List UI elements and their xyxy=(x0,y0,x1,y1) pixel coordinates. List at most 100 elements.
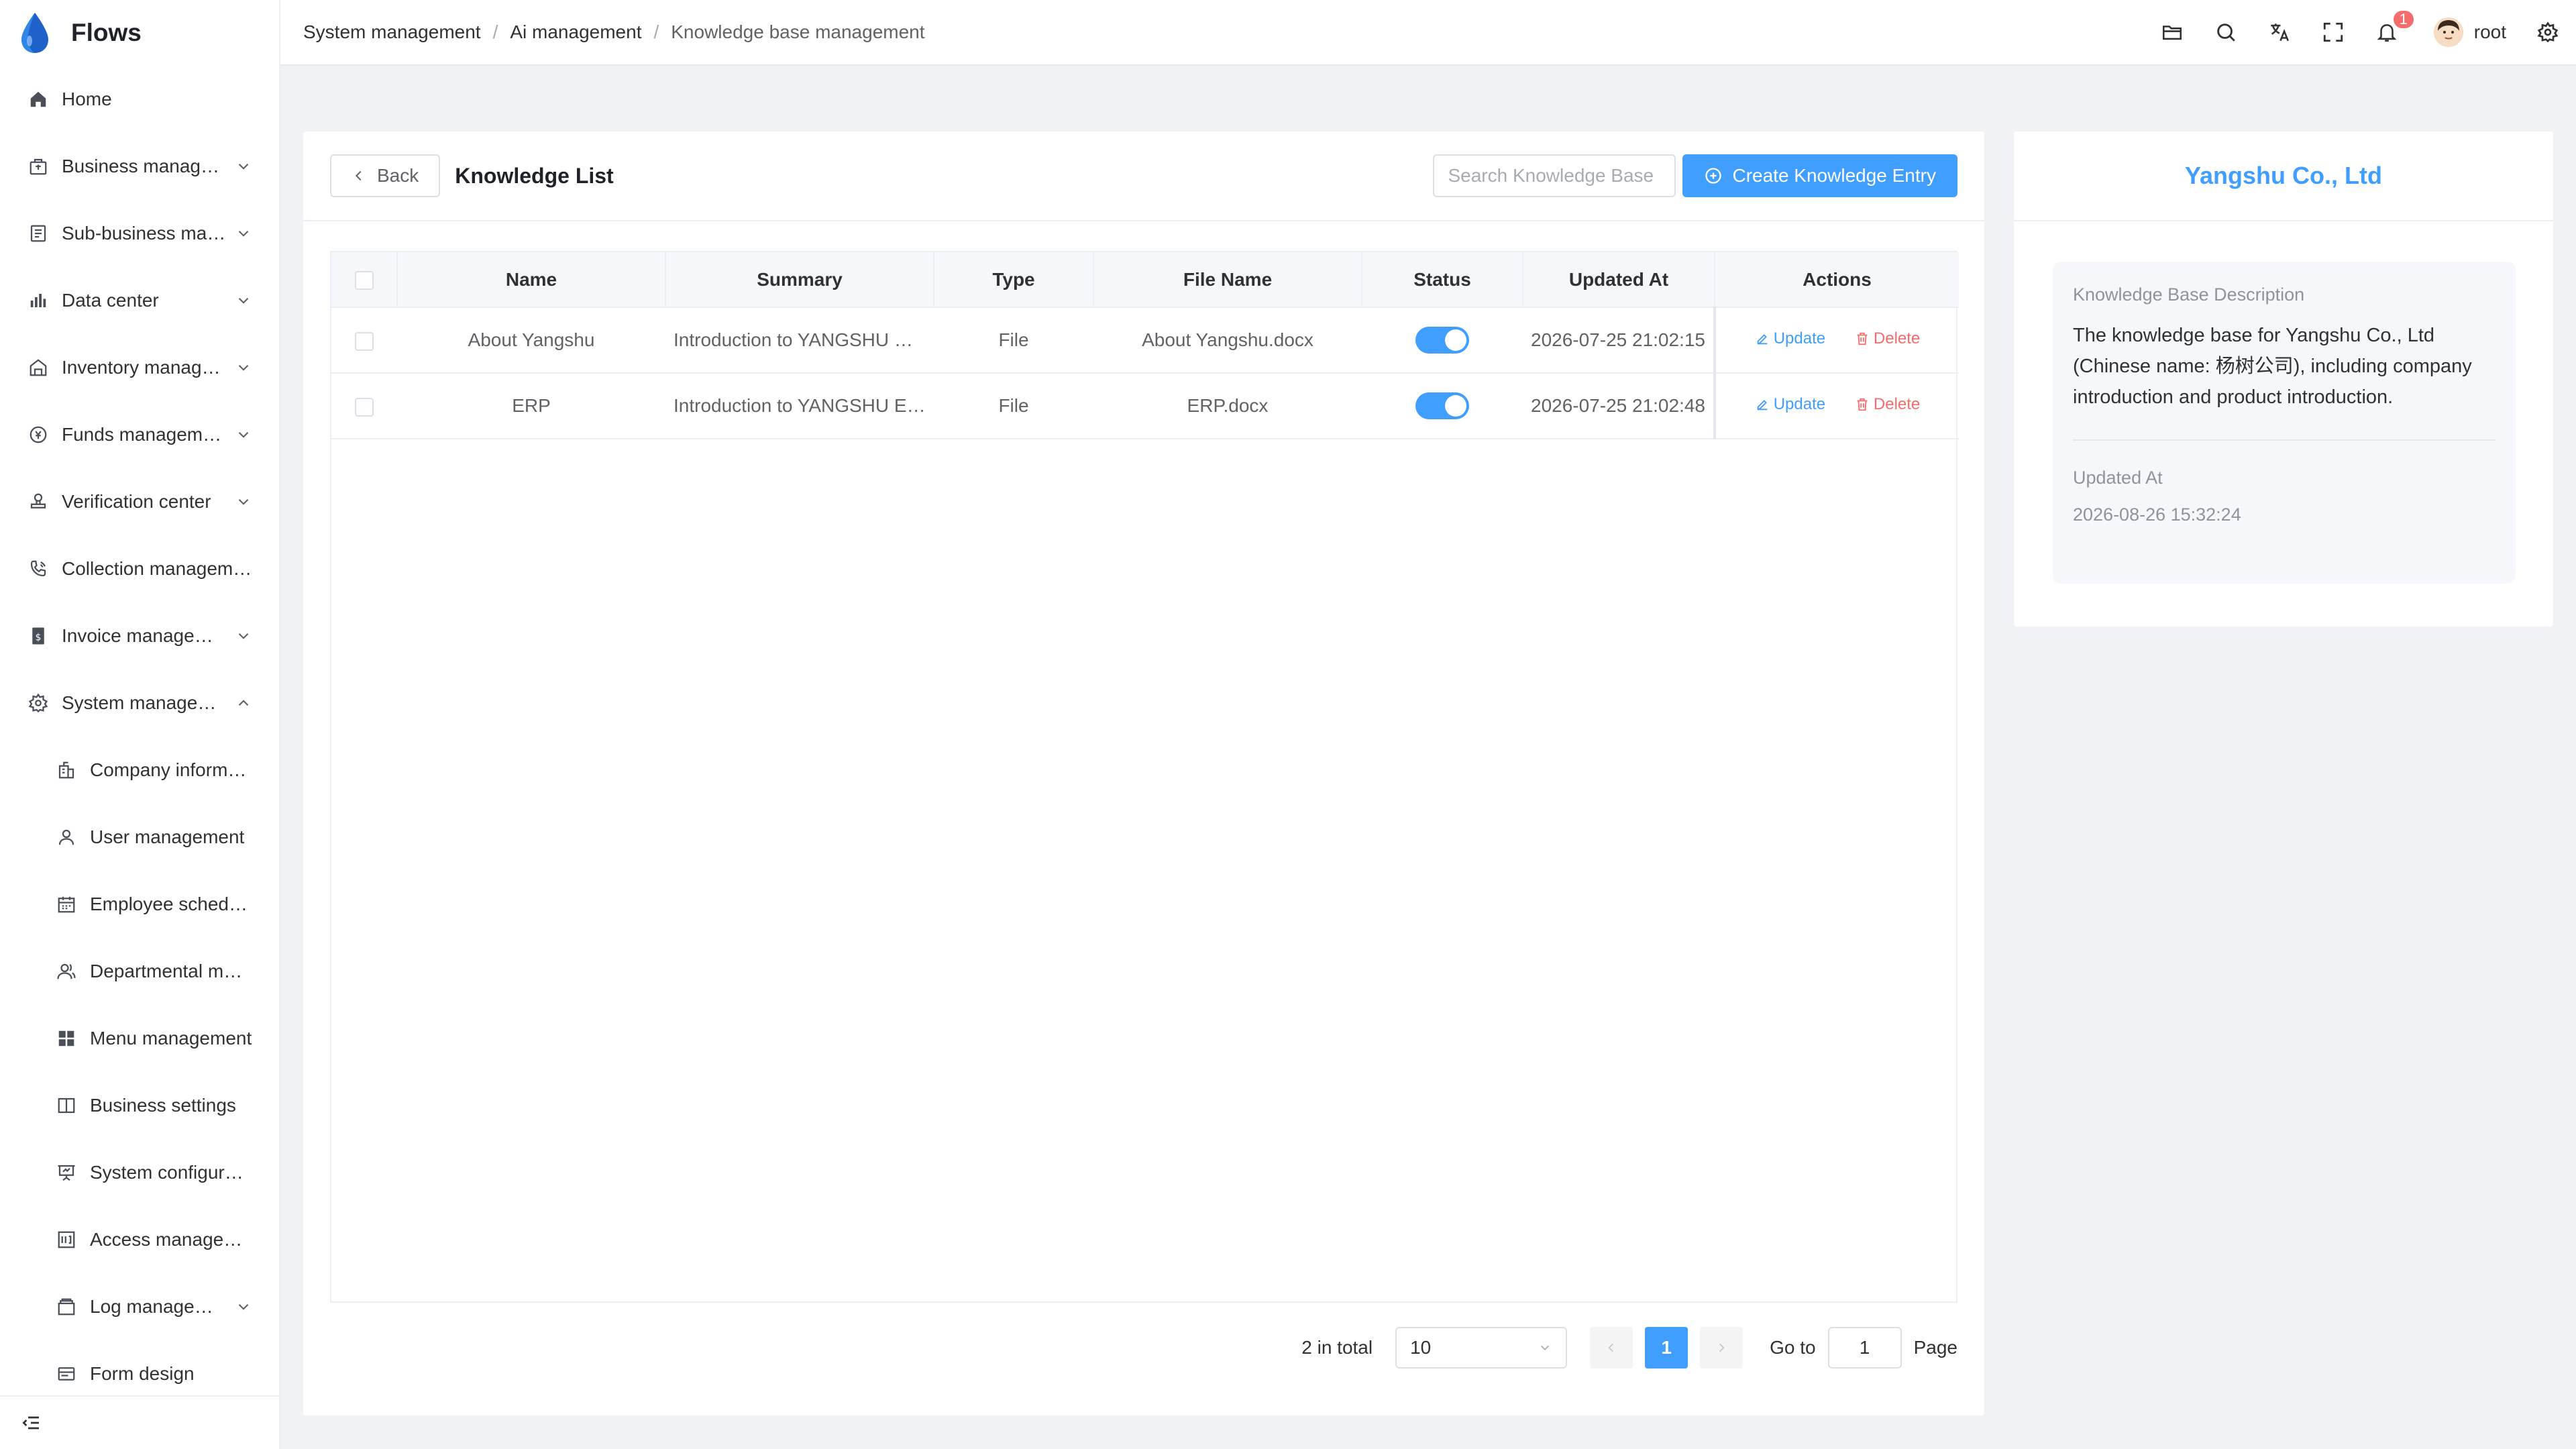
column-header-actions: Actions xyxy=(1715,252,1959,308)
delete-button[interactable]: Delete xyxy=(1855,395,1920,414)
create-knowledge-entry-button[interactable]: Create Knowledge Entry xyxy=(1682,154,1957,197)
breadcrumb-separator: / xyxy=(653,21,659,42)
sidebar-collapse-button[interactable] xyxy=(0,1395,279,1449)
pagination: 2 in total 10 1 Go to Page xyxy=(1301,1327,1957,1368)
sidebar-item-system-configuration[interactable]: System configuration xyxy=(0,1139,279,1206)
sidebar-item-invoice-management[interactable]: $ Invoice management xyxy=(0,602,279,669)
prev-page-button[interactable] xyxy=(1590,1327,1633,1368)
update-button[interactable]: Update xyxy=(1755,395,1825,414)
chevron-down-icon xyxy=(238,230,249,237)
create-button-label: Create Knowledge Entry xyxy=(1732,165,1936,186)
sidebar-item-label: Inventory management xyxy=(62,357,227,378)
breadcrumb: System management / Ai management / Know… xyxy=(303,21,925,43)
updated-at-value: 2026-08-26 15:32:24 xyxy=(2073,504,2241,525)
chevron-left-icon xyxy=(355,170,362,181)
row-checkbox[interactable] xyxy=(355,397,374,417)
notification-bell-icon[interactable]: 1 xyxy=(2375,9,2415,44)
sidebar-item-company-information[interactable]: Company information xyxy=(0,737,279,804)
svg-text:$: $ xyxy=(36,632,42,643)
folder-icon[interactable] xyxy=(2160,20,2184,44)
sidebar-item-menu-management[interactable]: Menu management xyxy=(0,1005,279,1072)
status-toggle[interactable] xyxy=(1415,327,1469,354)
sidebar-item-access-management[interactable]: Access management xyxy=(0,1206,279,1273)
chevron-down-icon xyxy=(238,1303,249,1310)
card-header: Back Knowledge List Create Knowledge Ent… xyxy=(303,131,1984,221)
water-drop-logo-icon xyxy=(21,13,48,53)
gear-icon xyxy=(27,692,50,714)
page-title: Knowledge List xyxy=(455,163,614,188)
chevron-right-icon xyxy=(1719,1343,1725,1352)
sidebar-item-system-management[interactable]: System management xyxy=(0,669,279,737)
search-icon[interactable] xyxy=(2214,20,2238,44)
coin-icon xyxy=(27,423,50,446)
sidebar-item-collection-management[interactable]: Collection management xyxy=(0,535,279,602)
page-size-select[interactable]: 10 xyxy=(1395,1327,1568,1368)
user-icon xyxy=(55,826,78,849)
sidebar-item-business-management[interactable]: Business management xyxy=(0,133,279,200)
sidebar-item-departmental-management[interactable]: Departmental management xyxy=(0,938,279,1005)
company-title: Yangshu Co., Ltd xyxy=(2014,131,2553,221)
settings-gear-icon[interactable] xyxy=(2536,20,2560,44)
table-header-row: Name Summary Type File Name Status Updat… xyxy=(331,252,1959,308)
business-bag-icon xyxy=(27,155,50,178)
presentation-icon xyxy=(55,1161,78,1184)
next-page-button[interactable] xyxy=(1700,1327,1743,1368)
sidebar-item-user-management[interactable]: User management xyxy=(0,804,279,871)
sidebar-menu: Home Business management Sub-business ma… xyxy=(0,66,279,1407)
chevron-down-icon xyxy=(238,431,249,438)
log-icon xyxy=(55,1295,78,1318)
sidebar-item-label: Collection management xyxy=(62,558,252,579)
home-icon xyxy=(27,88,50,111)
goto-page-input[interactable] xyxy=(1827,1327,1902,1368)
app-title: Flows xyxy=(71,19,142,46)
info-box: Knowledge Base Description The knowledge… xyxy=(2053,262,2516,584)
table-row: ERP Introduction to YANGSHU ERP File ERP… xyxy=(331,373,1959,439)
select-all-checkbox[interactable] xyxy=(354,271,374,290)
user-menu[interactable]: root xyxy=(2433,17,2506,47)
row-checkbox[interactable] xyxy=(355,331,374,351)
sidebar-item-label: Departmental management xyxy=(90,961,252,981)
notification-badge: 1 xyxy=(2392,9,2415,30)
document-list-icon xyxy=(27,222,50,245)
sidebar-item-log-management[interactable]: Log management xyxy=(0,1273,279,1340)
page-number-button[interactable]: 1 xyxy=(1645,1327,1688,1368)
chevron-left-icon xyxy=(1608,1343,1614,1352)
chevron-down-icon xyxy=(238,297,249,304)
sidebar-item-home[interactable]: Home xyxy=(0,66,279,133)
sidebar-item-inventory-management[interactable]: Inventory management xyxy=(0,334,279,401)
sidebar-item-label: Company information xyxy=(90,759,252,780)
cell-name: ERP xyxy=(397,373,665,439)
avatar xyxy=(2433,17,2463,47)
sidebar-item-label: Invoice management xyxy=(62,625,227,646)
logo[interactable]: Flows xyxy=(0,0,279,66)
chevron-up-icon xyxy=(238,700,249,706)
sidebar-item-business-settings[interactable]: Business settings xyxy=(0,1072,279,1139)
breadcrumb-item[interactable]: Ai management xyxy=(510,21,641,43)
goto-label: Go to xyxy=(1770,1337,1816,1358)
translate-icon[interactable] xyxy=(2267,20,2292,44)
edit-icon xyxy=(1757,400,1768,411)
sidebar-item-sub-business-management[interactable]: Sub-business management xyxy=(0,200,279,267)
cell-updated-at: 2026-07-25 21:02:48 xyxy=(1523,373,1716,439)
divider xyxy=(2073,439,2496,441)
sidebar-item-employee-schedule[interactable]: Employee schedule xyxy=(0,871,279,938)
plus-circle-icon xyxy=(1705,168,1722,184)
top-header: System management / Ai management / Know… xyxy=(280,0,2576,66)
column-header-summary: Summary xyxy=(665,252,934,308)
sidebar-item-label: Funds management xyxy=(62,424,227,445)
update-button[interactable]: Update xyxy=(1755,329,1825,348)
warehouse-icon xyxy=(27,356,50,379)
sidebar-item-verification-center[interactable]: Verification center xyxy=(0,468,279,535)
breadcrumb-item[interactable]: System management xyxy=(303,21,481,43)
fullscreen-icon[interactable] xyxy=(2321,20,2345,44)
back-button[interactable]: Back xyxy=(330,154,441,197)
sidebar-item-data-center[interactable]: Data center xyxy=(0,267,279,334)
cell-summary: Introduction to YANGSHU Company xyxy=(665,307,934,374)
sidebar-item-funds-management[interactable]: Funds management xyxy=(0,401,279,468)
status-toggle[interactable] xyxy=(1415,392,1469,419)
knowledge-table: Name Summary Type File Name Status Updat… xyxy=(330,251,1959,1303)
search-knowledge-input[interactable] xyxy=(1433,154,1676,197)
delete-button[interactable]: Delete xyxy=(1855,329,1920,348)
page-size-value: 10 xyxy=(1410,1337,1432,1358)
sidebar-item-label: Access management xyxy=(90,1229,252,1250)
